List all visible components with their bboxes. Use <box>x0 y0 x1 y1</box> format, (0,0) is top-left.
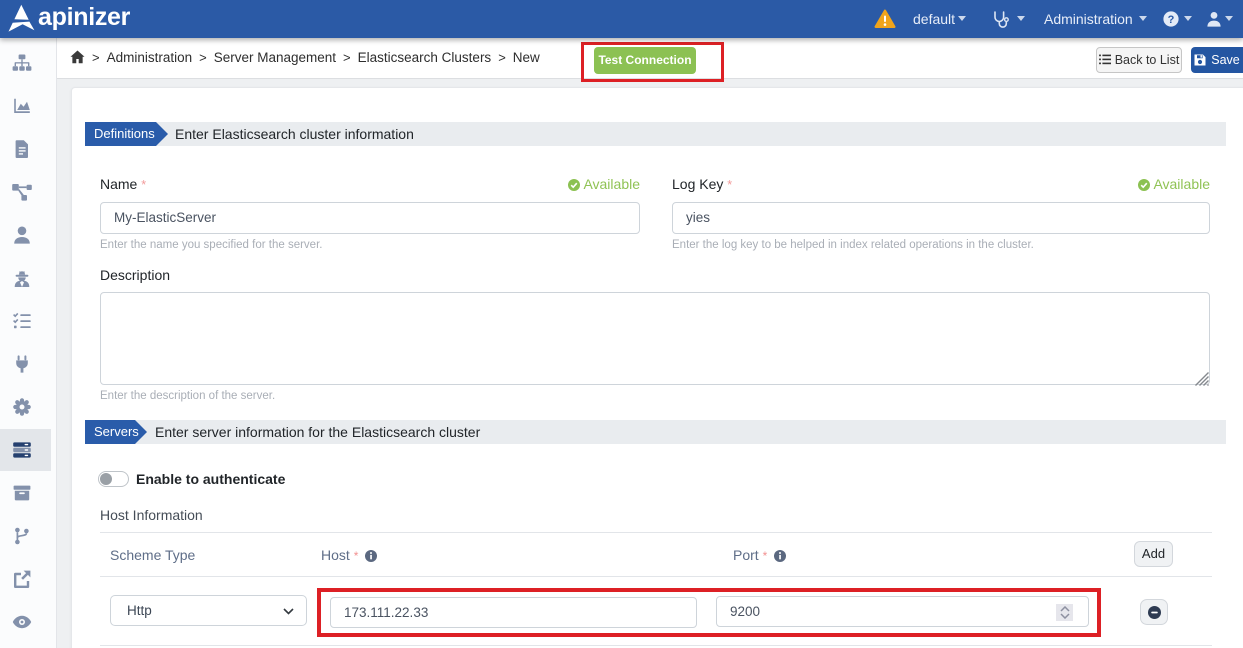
svg-text:?: ? <box>1168 14 1175 26</box>
